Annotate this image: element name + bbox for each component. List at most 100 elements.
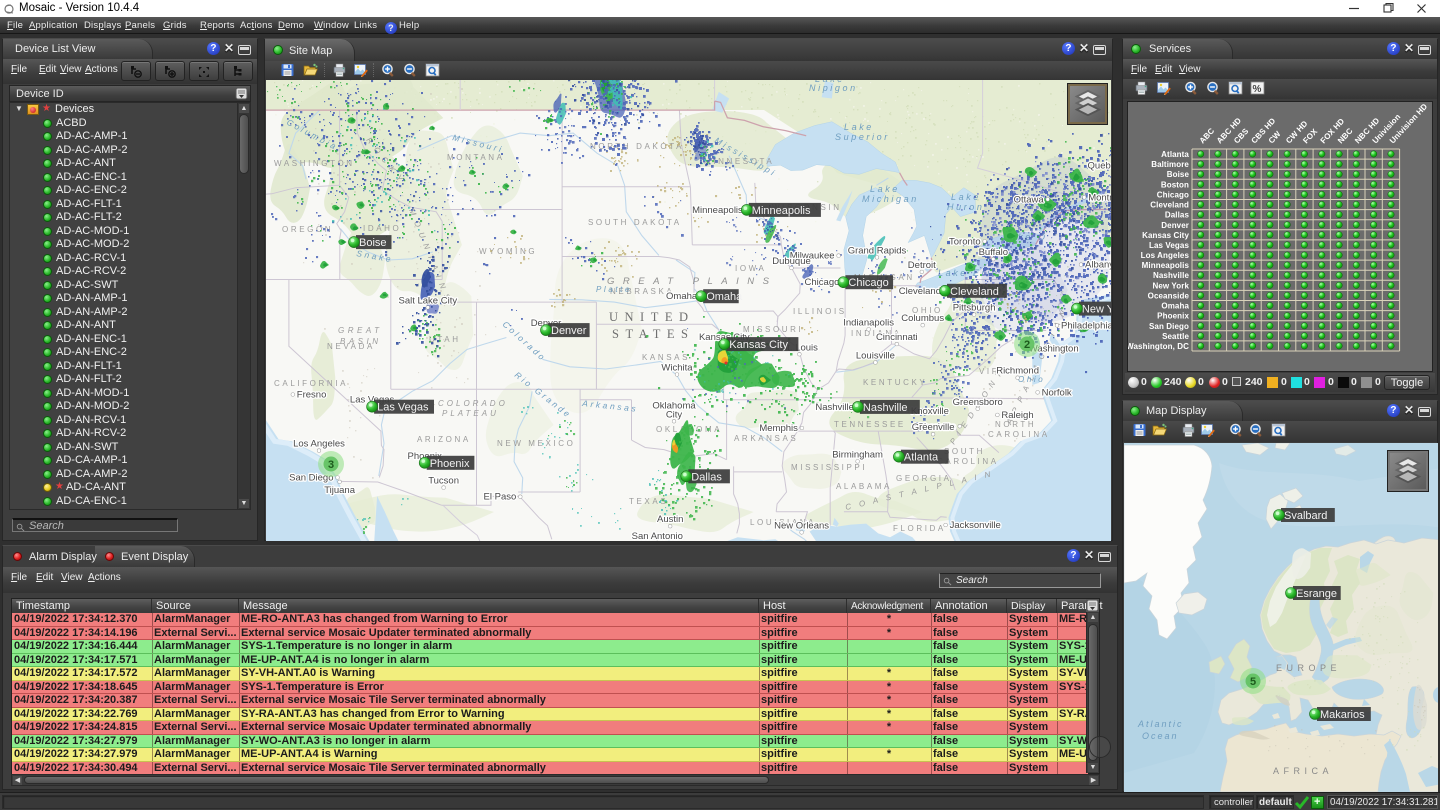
svg-text:Omaha: Omaha [706,291,743,303]
svg-text:Boston: Boston [1161,180,1189,189]
svg-text:Nashville: Nashville [863,402,908,414]
svg-text:San Diego: San Diego [1149,322,1189,331]
svg-text:Austin: Austin [657,514,683,525]
svg-text:Nipigon: Nipigon [809,83,858,93]
svg-text:MISSOURI: MISSOURI [743,325,803,334]
svg-text:FLORIDA: FLORIDA [893,524,946,533]
svg-text:Grand Rapids: Grand Rapids [848,245,907,256]
svg-text:MISSISSIPPI: MISSISSIPPI [791,463,867,472]
svg-text:Greensboro: Greensboro [953,397,1003,408]
svg-text:ARIZONA: ARIZONA [417,435,471,444]
svg-text:Ocean: Ocean [1142,731,1179,741]
svg-text:Wichita: Wichita [661,363,693,374]
svg-text:2: 2 [1024,339,1030,351]
svg-text:Washington, DC: Washington, DC [1128,342,1189,351]
svg-text:Seattle: Seattle [1162,332,1189,341]
svg-text:Kansas City: Kansas City [1142,231,1189,240]
svg-text:Los Angeles: Los Angeles [1141,251,1190,260]
svg-text:Cleveland: Cleveland [1150,201,1189,210]
svg-text:Nashville: Nashville [815,402,854,413]
svg-text:WASHINGTON: WASHINGTON [274,159,355,168]
svg-text:WYOMING: WYOMING [479,247,537,256]
svg-text:Phoenix: Phoenix [1157,312,1189,321]
svg-text:Toronto: Toronto [949,236,981,247]
svg-text:Svalbard: Svalbard [1284,510,1327,522]
svg-text:Greenville: Greenville [912,422,955,433]
svg-text:Michigan: Michigan [862,194,919,204]
svg-text:Minneapolis: Minneapolis [752,205,811,217]
svg-text:Atlanta: Atlanta [1161,150,1189,159]
svg-text:Platte: Platte [596,285,632,294]
svg-text:SOUTH: SOUTH [944,447,985,456]
svg-text:Quebec: Quebec [1088,160,1111,171]
svg-text:EUROPE: EUROPE [1276,663,1341,673]
svg-text:Fresno: Fresno [297,390,327,401]
svg-text:Tucson: Tucson [428,476,459,487]
svg-text:Chicago: Chicago [805,277,840,288]
svg-text:Columbus: Columbus [901,313,944,324]
svg-text:Esrange: Esrange [1296,588,1337,600]
svg-text:Detroit: Detroit [908,260,936,271]
svg-text:SOUTH DAKOTA: SOUTH DAKOTA [588,218,682,227]
svg-text:Pittsburgh: Pittsburgh [953,303,996,314]
svg-text:Dallas: Dallas [1165,211,1190,220]
svg-text:Lake: Lake [870,184,900,194]
svg-text:Chicago: Chicago [848,277,888,289]
svg-text:Minneapolis: Minneapolis [1142,261,1190,270]
svg-text:Oceanside: Oceanside [1148,291,1190,300]
svg-text:ABC: ABC [1198,126,1217,145]
svg-text:Omaha: Omaha [666,291,698,302]
svg-text:Atlanta: Atlanta [904,452,939,464]
svg-text:Cleveland: Cleveland [899,286,941,297]
svg-text:Denver: Denver [1161,221,1189,230]
svg-text:Lake: Lake [844,122,874,132]
svg-text:Superior: Superior [835,132,890,142]
svg-text:Cleveland: Cleveland [950,286,999,298]
svg-text:Kansas City: Kansas City [729,339,788,351]
svg-text:Montreal: Montreal [1088,192,1111,203]
svg-text:NEW MEXICO: NEW MEXICO [497,439,575,448]
svg-text:Lake: Lake [951,192,981,202]
svg-text:%: % [1253,84,1262,95]
svg-text:Raleigh: Raleigh [1001,410,1033,421]
svg-text:Las Vegas: Las Vegas [1149,241,1189,250]
svg-text:Boise: Boise [1167,170,1190,179]
svg-text:KENTUCKY: KENTUCKY [863,378,927,387]
svg-text:San Antonio: San Antonio [632,531,683,541]
svg-text:Philadelphia: Philadelphia [1061,320,1111,331]
svg-text:Norfolk: Norfolk [1042,387,1072,398]
svg-text:IOWA: IOWA [735,264,766,273]
svg-text:New Orleans: New Orleans [774,520,829,531]
svg-text:Boise: Boise [359,237,387,249]
svg-text:CAROLINA: CAROLINA [988,430,1050,439]
svg-text:Las Vegas: Las Vegas [377,402,429,414]
svg-text:Birmingham: Birmingham [832,449,883,460]
svg-text:BASIN: BASIN [340,337,382,346]
svg-text:Ottawa: Ottawa [1014,194,1045,205]
svg-text:Memphis: Memphis [759,423,798,434]
svg-text:Nashville: Nashville [1153,271,1189,280]
svg-text:ALABAMA: ALABAMA [836,482,892,491]
svg-text:UNITED: UNITED [609,310,695,324]
svg-text:ARKANSAS: ARKANSAS [734,434,798,443]
svg-text:CW: CW [1267,129,1283,145]
svg-text:AFRICA: AFRICA [1273,766,1333,776]
svg-text:ILLINOIS: ILLINOIS [793,307,847,316]
svg-text:Albany: Albany [1085,260,1111,271]
svg-text:Makarios: Makarios [1320,709,1365,721]
svg-text:5: 5 [1250,676,1256,688]
svg-text:TEXAS: TEXAS [629,497,668,506]
svg-text:Chicago: Chicago [1157,190,1189,199]
svg-text:Louisville: Louisville [856,351,895,362]
svg-text:Dallas: Dallas [691,471,722,483]
svg-text:City: City [666,409,683,420]
svg-text:Minneapolis: Minneapolis [692,205,743,216]
svg-text:OREGON: OREGON [282,225,333,234]
svg-text:STATES: STATES [612,327,694,341]
svg-text:Baltimore: Baltimore [1151,160,1189,169]
svg-text:Huron: Huron [947,202,985,212]
svg-text:Buffalo: Buffalo [979,247,1008,258]
svg-text:New York: New York [1152,281,1189,290]
svg-text:GREAT: GREAT [338,326,382,335]
svg-text:New York: New York [1082,304,1111,316]
